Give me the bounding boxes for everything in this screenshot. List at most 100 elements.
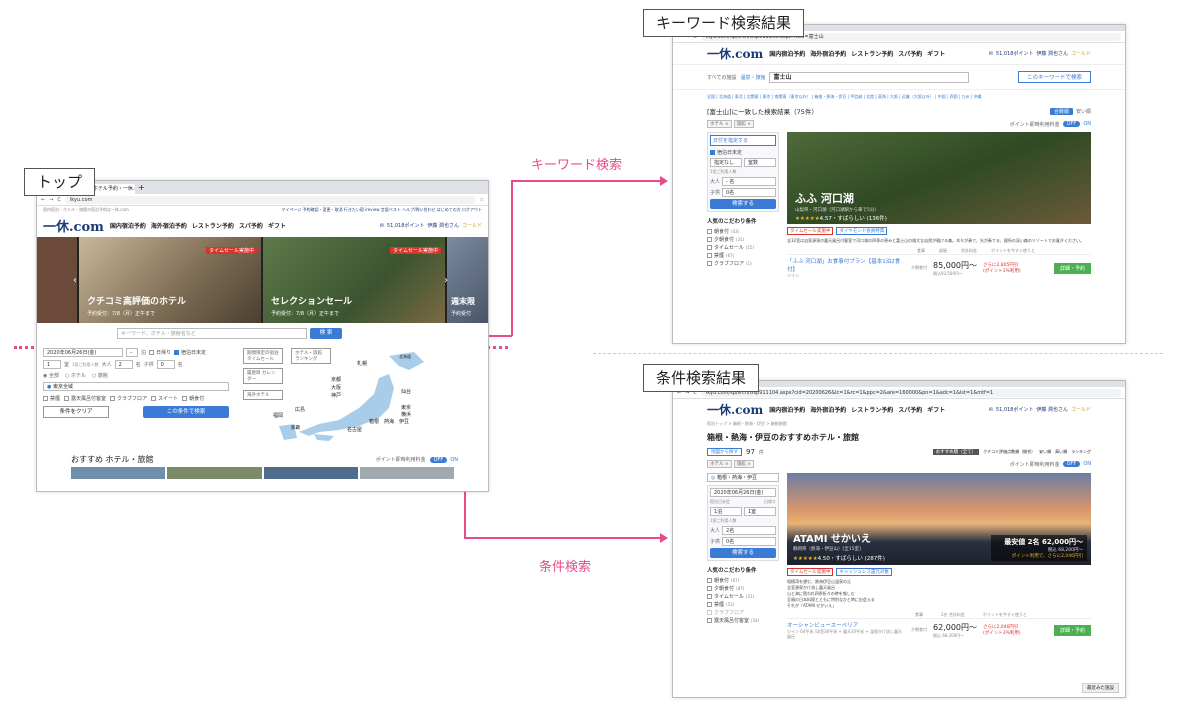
tag-hotel[interactable]: ホテル × [707,460,732,468]
site-logo[interactable]: 一休.com [43,216,104,235]
nav-item-overseas[interactable]: 海外宿泊予約 [810,405,846,414]
site-logo[interactable]: 一休.com [707,45,763,62]
tag-hotel[interactable]: ホテル × [707,120,732,128]
pop-checkbox[interactable] [707,585,712,591]
carousel-next-icon[interactable]: › [444,275,448,286]
region-links[interactable]: 全国 | 北海道 | 東北 | 北関東 | 東京 | 南関東（東京以外） | 箱… [673,90,1125,104]
pop-checkbox[interactable] [707,252,712,258]
points-toggle-off[interactable]: OFF [1062,461,1081,467]
tag-ryokan[interactable]: 旅館 × [733,460,754,468]
nav-item-restaurant[interactable]: レストラン予約 [192,221,234,230]
top-links[interactable]: マイページ 予約確認・変更・取消 行きたい宿 ireview 言語ベスト ヘルプ… [281,207,482,213]
user-name[interactable]: 伊藤 潤也さん [427,222,459,229]
rooms-select[interactable]: 1室 [744,507,776,516]
map-label[interactable]: 京都 [331,376,341,383]
filter-checkbox[interactable] [110,395,116,401]
points-toggle-on[interactable]: ON [450,457,458,463]
pop-checkbox[interactable] [707,593,712,599]
sort-match[interactable]: 合致順 [1049,107,1073,115]
map-label[interactable]: 福岡 [273,412,283,419]
child-select[interactable]: 0名 [722,188,776,197]
pop-checkbox[interactable] [707,617,712,623]
map-label[interactable]: 伊豆 [399,418,409,425]
date-field[interactable]: 2020年06月26日(金) [43,348,123,357]
timesale-map-button[interactable]: 期間限定の宿泊 タイムセール [243,348,283,364]
map-link[interactable]: 地図から探す [707,448,742,456]
nights-select[interactable]: 1泊 [710,507,742,516]
detail-button[interactable]: 詳細・予約 [1053,624,1091,636]
sort-cheap[interactable]: 安い順 [1076,108,1091,115]
map-label[interactable]: 仙台 [401,388,411,395]
adult-select[interactable]: 2 [114,360,133,369]
nav-item-overseas[interactable]: 海外宿泊予約 [810,49,846,58]
points-toggle-on[interactable]: ON [1083,461,1091,467]
map-label[interactable]: 東京 [401,404,411,411]
sort-option[interactable]: クチコミ評価点数順（総合） [983,449,1035,455]
url-field[interactable]: ikyu.com [64,195,476,204]
nights-select[interactable]: – [126,348,138,357]
sort-option[interactable]: 高い順 [1055,449,1067,455]
back-icon[interactable]: ← [41,197,45,203]
recently-viewed-tab[interactable]: 最近みた施設 [1082,683,1119,693]
rooms-select[interactable]: 室数 [744,158,776,167]
pop-checkbox[interactable] [707,228,712,234]
forward-icon[interactable]: → [49,197,53,203]
mail-icon[interactable]: ✉ [989,51,993,57]
keyword-search-input[interactable]: キーワード、ホテル・旅館名など [117,328,307,339]
calendar-map-button[interactable]: 履歴目 カレンダー [243,368,283,384]
nav-item-gift[interactable]: ギフト [268,221,286,230]
pop-checkbox[interactable] [707,236,712,242]
nav-item-gift[interactable]: ギフト [927,49,945,58]
adult-select[interactable]: - 名 [722,177,776,186]
radio-hotel[interactable]: ○ ホテル [65,372,86,379]
detail-button[interactable]: 詳細・予約 [1053,262,1091,274]
filter-checkbox[interactable] [43,395,48,401]
map-label[interactable]: 熱海 [384,418,394,425]
mail-icon[interactable]: ✉ [989,407,993,413]
mail-icon[interactable]: ✉ [380,223,384,229]
nights-select[interactable]: 指定なし [710,158,742,167]
points-toggle-off[interactable]: OFF [429,456,448,463]
search-button[interactable]: 検索する [710,199,776,209]
pop-checkbox[interactable] [707,601,712,607]
map-label[interactable]: 神戸 [331,392,341,399]
hotel-image[interactable]: ♛ ATAMI せかいえ 静岡県（熱海・伊豆山）[全15室] ★★★★★4.50… [787,473,1091,565]
search-button[interactable]: 検索する [710,548,776,558]
japan-map[interactable]: 期間限定の宿泊 タイムセール ホテル・旅館 ランキング 履歴目 カレンダー 海外… [239,348,482,444]
nav-item-domestic[interactable]: 国内宿泊予約 [769,49,805,58]
nav-item-overseas[interactable]: 海外宿泊予約 [151,221,187,230]
map-label[interactable]: 箱根 [369,418,379,425]
sort-option[interactable]: 安い順 [1039,449,1051,455]
points-toggle-off[interactable]: OFF [1062,121,1081,127]
area-select[interactable]: ◎ 箱根・熱海・伊豆 [707,473,779,482]
category2-link[interactable]: 温泉・旅館 [740,74,765,81]
date-field[interactable]: 2020年06月26日(金) [710,488,776,497]
overseas-map-button[interactable]: 海外ホテル [243,390,283,400]
ranking-map-button[interactable]: ホテル・旅館 ランキング [291,348,331,364]
clear-button[interactable]: 条件をクリア [43,406,109,418]
day-trip-label[interactable]: 日帰り [764,499,776,505]
nav-item-spa[interactable]: スパ予約 [239,221,263,230]
nav-item-domestic[interactable]: 国内宿泊予約 [769,405,805,414]
map-label[interactable]: 那覇 [291,425,300,431]
map-label[interactable]: 北海道 [399,354,411,360]
sort-option[interactable]: ランキング [1071,449,1091,455]
radio-ryokan[interactable]: ○ 旅館 [92,372,108,379]
url-field[interactable]: ikyu.com/sp/srch/Usp911104.aspx?cid=2020… [700,388,1121,397]
keyword-search-button[interactable]: このキーワードで検索 [1017,71,1091,83]
pop-checkbox[interactable] [707,577,712,583]
plan-name[interactable]: 「ふふ 河口湖」お食事付プラン【基本1泊2食付】 [787,257,905,273]
user-name[interactable]: 伊藤 潤也さん [1036,406,1068,413]
filter-checkbox[interactable] [151,395,157,401]
keyword-search-button[interactable]: 検 索 [310,328,342,339]
filter-checkbox[interactable] [64,395,70,401]
pop-checkbox[interactable] [707,244,712,250]
pop-checkbox[interactable] [707,260,712,266]
nav-item-spa[interactable]: スパ予約 [898,49,922,58]
date-button[interactable]: 日付を指定する [710,135,776,146]
nav-item-gift[interactable]: ギフト [927,405,945,414]
pop-checkbox[interactable] [707,609,712,615]
nav-item-restaurant[interactable]: レストラン予約 [851,49,893,58]
day-trip-checkbox[interactable] [149,350,155,355]
hotel-name[interactable]: ATAMI せかいえ [793,530,871,545]
